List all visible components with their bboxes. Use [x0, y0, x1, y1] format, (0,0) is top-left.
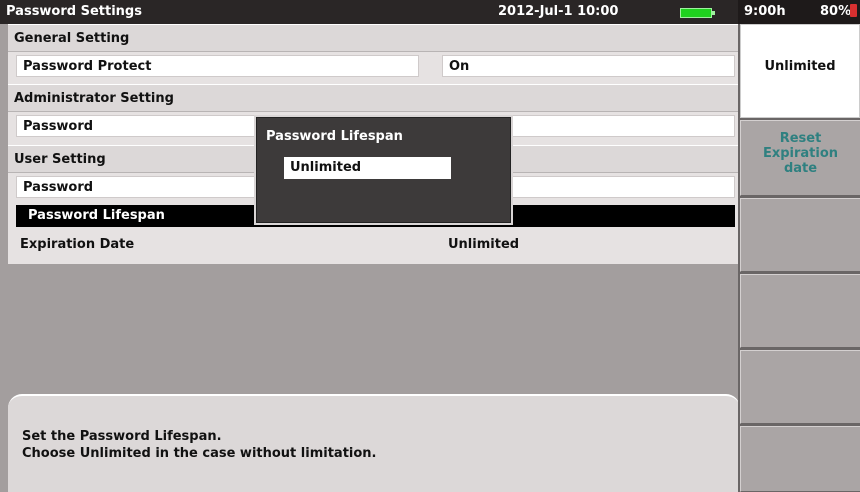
row-value: On: [449, 59, 470, 74]
softkey-unlimited[interactable]: Unlimited: [740, 24, 860, 118]
row-label: Expiration Date: [20, 237, 135, 252]
expiration-date-label: Expiration Date: [8, 234, 146, 255]
date-time: 2012-Jul-1 10:00: [498, 4, 619, 19]
lifespan-input[interactable]: Unlimited: [284, 157, 451, 179]
password-protect-value[interactable]: On: [442, 55, 735, 77]
password-protect-label[interactable]: Password Protect: [16, 55, 419, 77]
dialog-title: Password Lifespan: [266, 129, 403, 144]
softkey-label: Unlimited: [764, 59, 836, 74]
help-line: Set the Password Lifespan.: [22, 429, 222, 444]
softkey-3[interactable]: [740, 198, 860, 272]
page-title: Password Settings: [6, 4, 142, 19]
row-label: Password Protect: [23, 59, 152, 74]
softkey-6[interactable]: [740, 426, 860, 492]
softkey-5[interactable]: [740, 350, 860, 424]
section-title: Administrator Setting: [14, 91, 174, 106]
battery-time-remaining: 9:00h: [744, 4, 786, 19]
row-label: Password: [23, 119, 94, 134]
softkey-reset-expiration-date[interactable]: Reset Expiration date: [740, 120, 860, 196]
section-title: General Setting: [14, 31, 130, 46]
softkey-label: Reset: [779, 131, 822, 146]
password-lifespan-dialog: Password Lifespan Unlimited: [254, 115, 513, 225]
softkey-label: Expiration: [762, 146, 839, 161]
row-value: Unlimited: [448, 237, 520, 252]
softkey-4[interactable]: [740, 274, 860, 348]
lifespan-value: Unlimited: [290, 160, 362, 175]
battery-percent: 80%: [820, 4, 852, 19]
expiration-date-value: Unlimited: [442, 234, 525, 255]
battery-icon: [680, 8, 715, 18]
row-label: Password Lifespan: [28, 208, 165, 223]
section-heading-general: General Setting: [8, 24, 738, 52]
softkey-column: Unlimited Reset Expiration date: [738, 24, 860, 492]
help-box: Set the Password Lifespan. Choose Unlimi…: [8, 394, 740, 492]
title-bar: Password Settings 2012-Jul-1 10:00: [0, 0, 738, 24]
battery-icon: [850, 4, 857, 17]
section-heading-administrator: Administrator Setting: [8, 84, 738, 112]
softkey-label: date: [783, 161, 818, 176]
status-area: 9:00h 80%: [738, 0, 860, 24]
help-line: Choose Unlimited in the case without lim…: [22, 446, 377, 461]
row-label: Password: [23, 180, 94, 195]
section-title: User Setting: [14, 152, 106, 167]
